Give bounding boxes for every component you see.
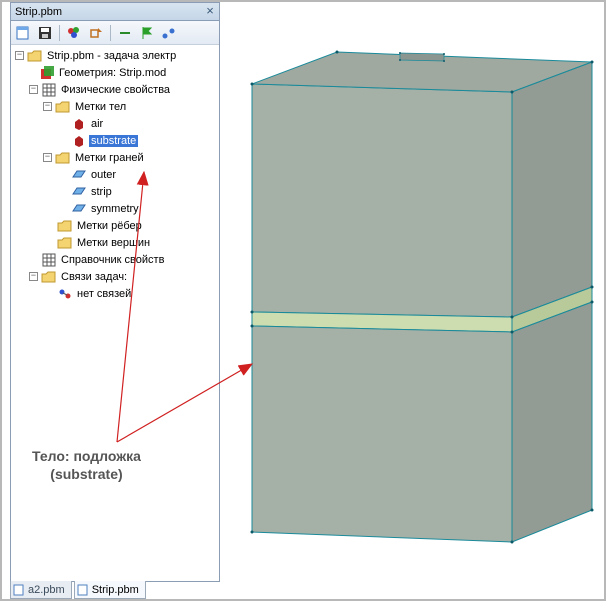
tree-strip[interactable]: strip — [11, 183, 219, 200]
rotate-icon — [88, 25, 104, 41]
new-file-icon — [15, 25, 31, 41]
tree-label: Метки вершин — [75, 237, 152, 249]
tree-outer[interactable]: outer — [11, 166, 219, 183]
panel-titlebar: Strip.pbm × — [11, 3, 219, 21]
face-icon — [71, 167, 87, 183]
folder-open-icon — [27, 48, 43, 64]
body-icon — [71, 133, 87, 149]
3d-viewport[interactable] — [222, 2, 604, 599]
new-file-button[interactable] — [13, 23, 33, 43]
folder-icon — [57, 218, 73, 234]
geometry-icon — [39, 65, 55, 81]
toolbar-separator — [59, 25, 60, 41]
link-icon — [57, 286, 73, 302]
tree-label: Метки рёбер — [75, 220, 144, 232]
remove-button[interactable] — [115, 23, 135, 43]
tree-substrate[interactable]: substrate — [11, 132, 219, 149]
collapse-icon[interactable]: − — [43, 153, 52, 162]
tree-root[interactable]: − Strip.pbm - задача электр — [11, 47, 219, 64]
grid-icon — [41, 252, 57, 268]
tab-strip[interactable]: Strip.pbm — [74, 581, 146, 599]
tree-label-selected: substrate — [89, 135, 138, 147]
tree-vertexlabels[interactable]: Метки вершин — [11, 234, 219, 251]
solve-button[interactable] — [137, 23, 157, 43]
tree-edgelabels[interactable]: Метки рёбер — [11, 217, 219, 234]
tree-label: Справочник свойств — [59, 254, 166, 266]
points-icon — [161, 25, 177, 41]
collapse-icon[interactable]: − — [15, 51, 24, 60]
annotation-text: Тело: подложка (substrate) — [32, 447, 141, 483]
tree-tasklinks[interactable]: − Связи задач: — [11, 268, 219, 285]
folder-icon — [57, 235, 73, 251]
collapse-icon[interactable]: − — [29, 272, 38, 281]
annotation-line1: Тело: подложка — [32, 447, 141, 465]
tree-label: Физические свойства — [59, 84, 172, 96]
tree-air[interactable]: air — [11, 115, 219, 132]
results-button[interactable] — [159, 23, 179, 43]
folder-open-icon — [55, 150, 71, 166]
tree-label: Метки тел — [73, 101, 128, 113]
face-icon — [71, 184, 87, 200]
tree-nolinks[interactable]: нет связей — [11, 285, 219, 302]
folder-open-icon — [55, 99, 71, 115]
tree-geometry[interactable]: Геометрия: Strip.mod — [11, 64, 219, 81]
minus-icon — [117, 25, 133, 41]
tree-label: outer — [89, 169, 118, 181]
tree-physprops[interactable]: − Физические свойства — [11, 81, 219, 98]
transform-button[interactable] — [86, 23, 106, 43]
folder-open-icon — [41, 269, 57, 285]
tree-label: Метки граней — [73, 152, 146, 164]
panel-toolbar — [11, 21, 219, 45]
save-button[interactable] — [35, 23, 55, 43]
properties-button[interactable] — [64, 23, 84, 43]
doc-icon — [13, 584, 25, 596]
footer-tabs: a2.pbm Strip.pbm — [10, 581, 146, 599]
doc-icon — [77, 584, 89, 596]
model-render — [222, 2, 606, 598]
project-tree: − Strip.pbm - задача электр Геометрия: S… — [11, 45, 219, 581]
tree-label: Геометрия: Strip.mod — [57, 67, 168, 79]
tree-label: air — [89, 118, 105, 130]
tree-label: strip — [89, 186, 114, 198]
color-balls-icon — [66, 25, 82, 41]
floppy-icon — [37, 25, 53, 41]
tab-label: Strip.pbm — [92, 584, 139, 596]
face-icon — [71, 201, 87, 217]
body-icon — [71, 116, 87, 132]
tree-label: symmetry — [89, 203, 141, 215]
tree-propref[interactable]: Справочник свойств — [11, 251, 219, 268]
tree-label: нет связей — [75, 288, 133, 300]
tree-bodylabels[interactable]: − Метки тел — [11, 98, 219, 115]
tree-label: Связи задач: — [59, 271, 129, 283]
tree-symmetry[interactable]: symmetry — [11, 200, 219, 217]
annotation-line2: (substrate) — [32, 465, 141, 483]
project-panel: Strip.pbm × − — [10, 2, 220, 582]
collapse-icon[interactable]: − — [43, 102, 52, 111]
grid-icon — [41, 82, 57, 98]
tab-label: a2.pbm — [28, 584, 65, 596]
collapse-icon[interactable]: − — [29, 85, 38, 94]
tab-a2[interactable]: a2.pbm — [10, 581, 72, 599]
tree-label: Strip.pbm - задача электр — [45, 50, 178, 62]
panel-title: Strip.pbm — [13, 6, 203, 18]
green-flag-icon — [139, 25, 155, 41]
toolbar-separator — [110, 25, 111, 41]
tree-facelabels[interactable]: − Метки граней — [11, 149, 219, 166]
close-icon[interactable]: × — [203, 5, 217, 19]
